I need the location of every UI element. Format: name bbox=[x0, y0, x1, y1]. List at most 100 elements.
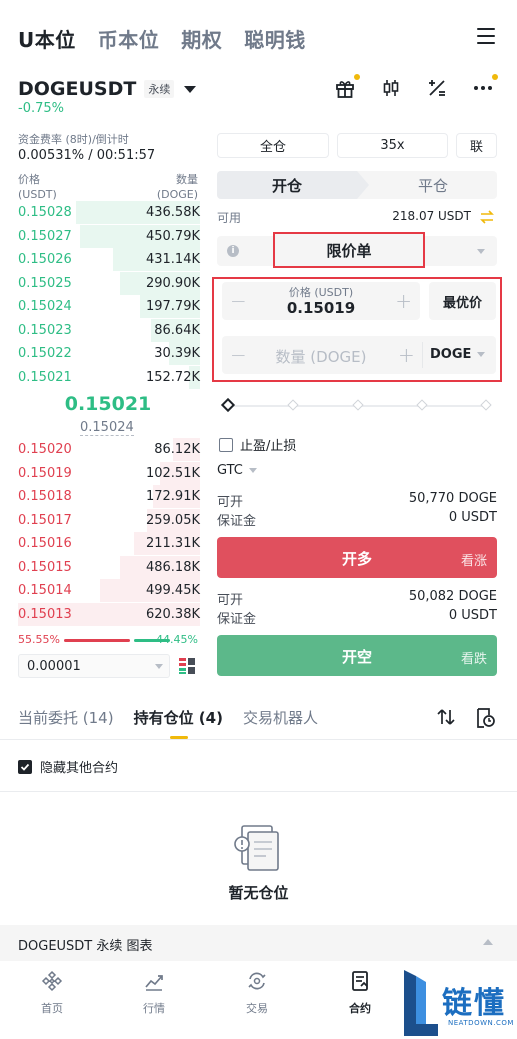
orderbook-row[interactable]: 0.15014 499.45K bbox=[18, 579, 200, 602]
open-short-button[interactable]: 开空 看跌 bbox=[217, 635, 497, 676]
chevron-up-icon[interactable] bbox=[483, 939, 493, 945]
orderbook-row[interactable]: 0.15028 436.58K bbox=[18, 201, 200, 224]
orderbook-quantity: 152.72K bbox=[145, 369, 200, 385]
amount-slider[interactable] bbox=[220, 397, 492, 413]
orderbook-row[interactable]: 0.15026 431.14K bbox=[18, 248, 200, 271]
chart-expand-bar[interactable]: DOGEUSDT 永续 图表 bbox=[0, 925, 517, 961]
slider-tick-100[interactable] bbox=[480, 399, 492, 411]
orderbook-price: 0.15014 bbox=[18, 583, 72, 598]
checkbox-checked-icon[interactable] bbox=[18, 759, 32, 774]
tab-options[interactable]: 期权 bbox=[181, 24, 222, 53]
slider-handle[interactable] bbox=[220, 397, 236, 413]
more-options-icon[interactable] bbox=[471, 74, 498, 100]
hide-other-label: 隐藏其他合约 bbox=[40, 761, 119, 776]
symbol-name: DOGEUSDT bbox=[18, 78, 137, 100]
open-close-toggle: 开仓 平仓 bbox=[217, 171, 497, 199]
slider-tick-75[interactable] bbox=[416, 399, 428, 411]
price-input[interactable]: − 价格 (USDT) 0.15019 + bbox=[222, 282, 420, 320]
plus-icon[interactable]: + bbox=[395, 289, 412, 313]
time-in-force-select[interactable]: GTC bbox=[217, 463, 257, 478]
tab-usdt-margined[interactable]: U本位 bbox=[18, 24, 76, 53]
orderbook-price: 0.15022 bbox=[18, 346, 72, 361]
history-icon[interactable] bbox=[474, 707, 496, 729]
funding-rate-label: 资金费率 (8时)/倒计时 bbox=[18, 133, 129, 146]
price-input-label: 价格 (USDT) bbox=[288, 286, 354, 299]
orderbook-row[interactable]: 0.15015 486.18K bbox=[18, 555, 200, 579]
orderbook-row[interactable]: 0.15024 197.79K bbox=[18, 295, 200, 318]
short-margin-value: 0 USDT bbox=[448, 608, 497, 623]
margin-mode-button[interactable]: 全仓 bbox=[217, 133, 329, 158]
orderbook-quantity: 86.12K bbox=[154, 442, 200, 457]
long-margin-label: 保证金 bbox=[217, 514, 257, 529]
chevron-down-icon bbox=[248, 468, 257, 473]
orderbook-row[interactable]: 0.15027 450.79K bbox=[18, 224, 200, 248]
nav-futures[interactable]: 合约 bbox=[330, 970, 390, 1016]
nav-markets[interactable]: 行情 bbox=[124, 970, 184, 1016]
slider-tick-50[interactable] bbox=[352, 399, 364, 411]
tab-coin-margined[interactable]: 币本位 bbox=[98, 24, 160, 53]
orderbook-price: 0.15020 bbox=[18, 442, 72, 457]
orderbook-row[interactable]: 0.15016 211.31K bbox=[18, 532, 200, 555]
quantity-unit-select[interactable]: DOGE bbox=[430, 347, 486, 362]
funding-rate-value: 0.00531% / 00:51:57 bbox=[18, 148, 156, 163]
quantity-placeholder: 数量 (DOGE) bbox=[275, 348, 367, 366]
orderbook-row[interactable]: 0.15013 620.38K bbox=[18, 602, 200, 626]
nav-home[interactable]: 首页 bbox=[22, 970, 82, 1016]
sort-icon[interactable] bbox=[436, 707, 456, 727]
hide-other-contracts-checkbox[interactable]: 隐藏其他合约 bbox=[18, 757, 118, 776]
tab-close-position[interactable]: 平仓 bbox=[369, 171, 497, 199]
orderbook-quantity: 86.64K bbox=[154, 322, 200, 338]
position-mode-button[interactable]: 联 bbox=[456, 133, 497, 158]
tab-open-orders[interactable]: 当前委托 (14) bbox=[18, 707, 114, 728]
orderbook-row[interactable]: 0.15023 86.64K bbox=[18, 318, 200, 342]
orderbook-layout-icon[interactable] bbox=[178, 657, 196, 675]
tpsl-checkbox[interactable]: 止盈/止损 bbox=[219, 435, 296, 454]
tab-trading-bots[interactable]: 交易机器人 bbox=[243, 707, 318, 728]
candlestick-chart-icon[interactable] bbox=[379, 76, 403, 100]
checkbox-icon[interactable] bbox=[219, 437, 233, 452]
toggle-arrow bbox=[357, 171, 369, 199]
nav-home-label: 首页 bbox=[41, 1002, 63, 1015]
long-can-open-value: 50,770 DOGE bbox=[408, 491, 497, 506]
info-icon[interactable]: i bbox=[227, 245, 239, 257]
orderbook-row[interactable]: 0.15019 102.51K bbox=[18, 461, 200, 485]
calculator-icon[interactable] bbox=[425, 76, 449, 100]
orderbook-price: 0.15019 bbox=[18, 465, 72, 481]
symbol-selector[interactable]: DOGEUSDT 永续 bbox=[18, 78, 197, 100]
plus-icon[interactable]: + bbox=[398, 343, 415, 367]
order-type-limit[interactable]: 限价单 bbox=[273, 232, 425, 268]
nav-trade-label: 交易 bbox=[246, 1002, 268, 1015]
orderbook-price: 0.15015 bbox=[18, 559, 72, 575]
gift-icon[interactable] bbox=[333, 74, 360, 100]
slider-tick-25[interactable] bbox=[287, 399, 299, 411]
transfer-icon[interactable] bbox=[479, 209, 495, 225]
tab-open-position[interactable]: 开仓 bbox=[217, 171, 357, 199]
best-price-button[interactable]: 最优价 bbox=[429, 282, 496, 320]
orderbook-price: 0.15021 bbox=[18, 369, 72, 385]
nav-trade[interactable]: 交易 bbox=[227, 970, 287, 1016]
orderbook-row[interactable]: 0.15022 30.39K bbox=[18, 342, 200, 365]
orderbook-row[interactable]: 0.15017 259.05K bbox=[18, 508, 200, 532]
watermark-logo: 链懂 NEATDOWN.COM bbox=[402, 966, 517, 1039]
orderbook-row[interactable]: 0.15020 86.12K bbox=[18, 438, 200, 461]
sell-ratio: 55.55% bbox=[18, 633, 60, 646]
buy-sell-ratio: 55.55% 44.45% bbox=[18, 633, 198, 647]
qty-header-label: 数量 bbox=[176, 173, 198, 186]
divider bbox=[0, 739, 517, 740]
last-price[interactable]: 0.15021 bbox=[18, 393, 198, 415]
no-positions-text: 暂无仓位 bbox=[228, 884, 289, 902]
quantity-input[interactable]: − 数量 (DOGE) + DOGE bbox=[222, 336, 496, 374]
orderbook-row[interactable]: 0.15018 172.91K bbox=[18, 485, 200, 508]
divider bbox=[0, 791, 517, 792]
precision-select[interactable]: 0.00001 bbox=[18, 654, 170, 678]
hamburger-menu-icon[interactable] bbox=[477, 28, 495, 44]
orderbook-row[interactable]: 0.15021 152.72K bbox=[18, 365, 200, 389]
order-type-selector[interactable]: i 限价单 bbox=[217, 232, 497, 268]
open-long-sub: 看涨 bbox=[460, 554, 487, 569]
orderbook-row[interactable]: 0.15025 290.90K bbox=[18, 271, 200, 295]
tab-positions[interactable]: 持有仓位 (4) bbox=[134, 707, 223, 728]
leverage-button[interactable]: 35x bbox=[337, 133, 448, 158]
open-long-button[interactable]: 开多 看涨 bbox=[217, 537, 497, 578]
tab-smart-money[interactable]: 聪明钱 bbox=[244, 24, 306, 53]
orderbook-quantity: 436.58K bbox=[145, 205, 200, 220]
